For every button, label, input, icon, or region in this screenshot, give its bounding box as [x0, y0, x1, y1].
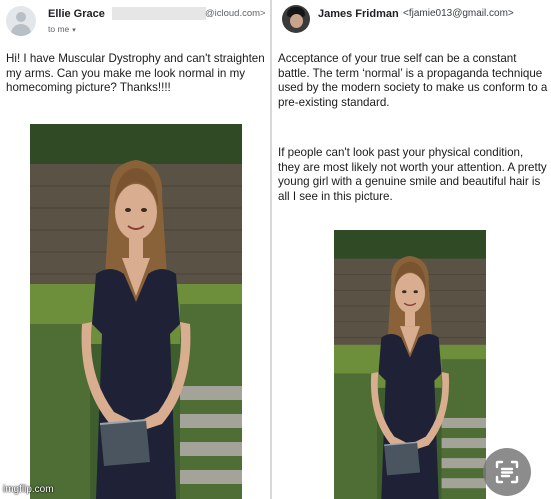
chevron-down-icon[interactable]: ▾ [72, 27, 76, 34]
right-email-panel: James Fridman <fjamie013@gmail.com> Acce… [272, 0, 551, 499]
homecoming-photo-edited[interactable] [334, 230, 486, 499]
homecoming-photo-original[interactable] [30, 124, 242, 499]
sender-avatar[interactable] [282, 5, 310, 33]
redacted-email-block [112, 7, 206, 20]
email-body: Hi! I have Muscular Dystrophy and can't … [6, 52, 265, 95]
sender-email: @icloud.com> [205, 8, 266, 19]
reply-paragraph-2: If people can't look past your physical … [278, 146, 547, 203]
recipient-label: to me [48, 24, 70, 34]
sender-name[interactable]: Ellie Grace [48, 8, 105, 20]
sender-name[interactable]: James Fridman [318, 8, 399, 20]
recipient-details[interactable]: to me ▾ [48, 24, 76, 34]
left-email-panel: Ellie Grace @icloud.com> to me ▾ Hi! I ha… [0, 0, 270, 499]
reply-paragraph-1: Acceptance of your true self can be a co… [278, 52, 548, 109]
lens-scan-icon [495, 460, 519, 484]
lens-scan-button[interactable] [483, 448, 531, 496]
imgflip-watermark: imgflip.com [3, 484, 54, 495]
default-avatar-icon [6, 6, 36, 36]
sender-email: <fjamie013@gmail.com> [403, 8, 514, 19]
